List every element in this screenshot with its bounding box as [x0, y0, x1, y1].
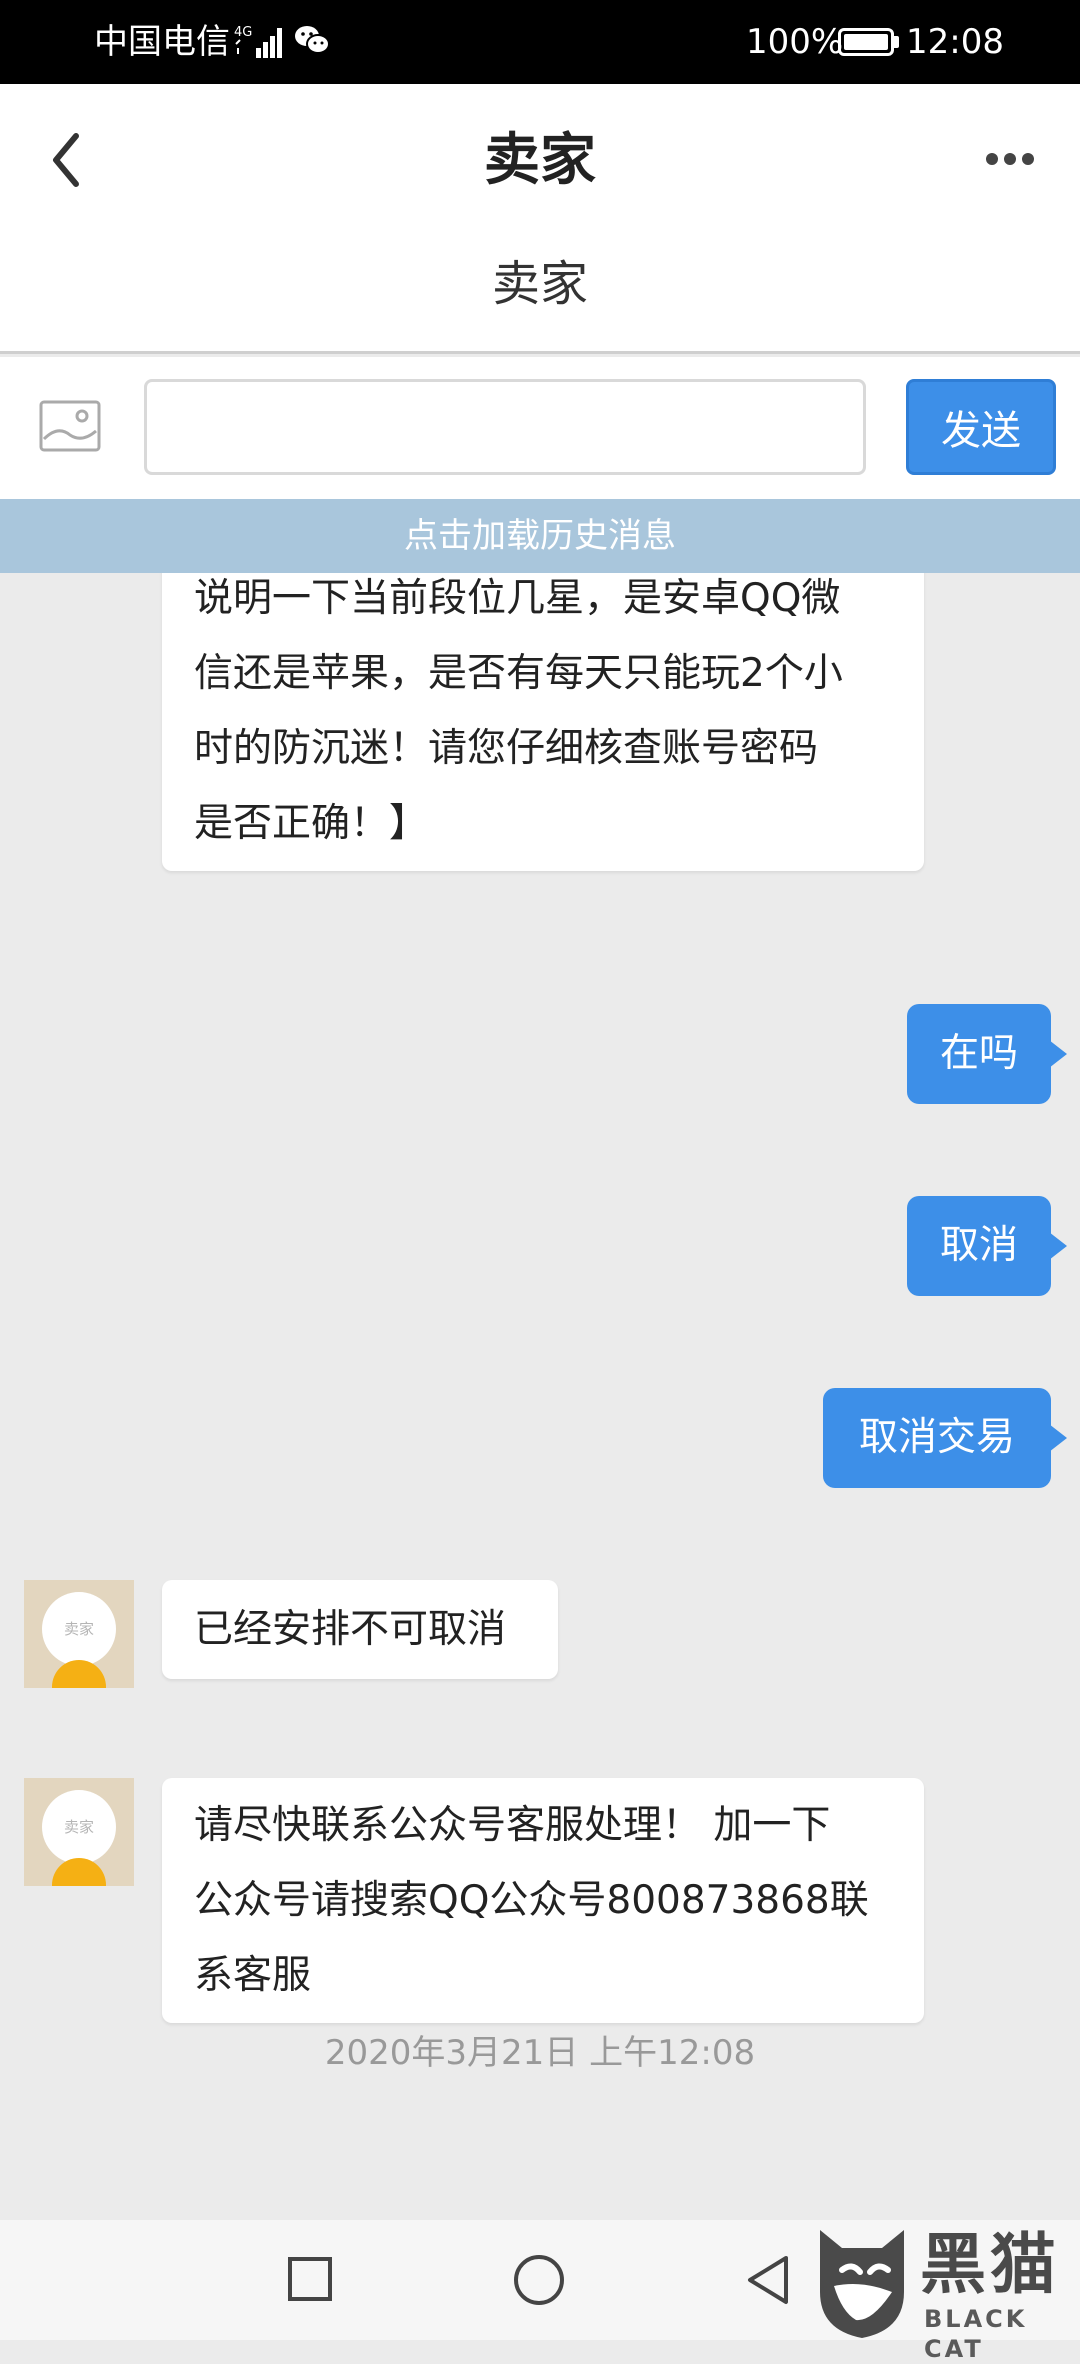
watermark-en: BLACK CAT [924, 2305, 1028, 2363]
avatar-label: 卖家 [42, 1790, 116, 1864]
carrier-name: 中国电信 [94, 22, 230, 62]
message-bubble-sent: 在吗 [907, 1004, 1067, 1104]
message-line: 请尽快联系公众号客服处理！ 加一下 [194, 1803, 831, 1848]
avatar[interactable]: 卖家 [24, 1580, 134, 1688]
load-history-button[interactable]: 点击加载历史消息 [0, 499, 1080, 573]
avatar[interactable]: 卖家 [24, 1778, 134, 1886]
chat-area[interactable]: 说明一下当前段位几星，是安卓QQ微 信还是苹果，是否有每天只能玩2个小 时的防沉… [0, 573, 1080, 2220]
battery-icon [838, 28, 894, 56]
signal-icon: 4G [234, 24, 290, 64]
message-line: 是否正确！】 [194, 801, 429, 846]
message-line: 时的防沉迷！请您仔细核查账号密码 [194, 726, 819, 771]
chat-partner-name: 卖家 [491, 256, 588, 312]
status-bar: 中国电信 4G 100% 12:08 [0, 0, 1080, 84]
message-bubble: 已经安排不可取消 [162, 1580, 558, 1679]
message-text: 已经安排不可取消 [194, 1607, 507, 1652]
message-line: 说明一下当前段位几星，是安卓QQ微 [194, 576, 841, 621]
message-input[interactable] [144, 379, 866, 475]
black-cat-watermark: 黑猫 BLACK CAT [808, 2220, 1080, 2363]
clock: 12:08 [906, 22, 1004, 62]
nav-home-icon[interactable] [514, 2255, 564, 2305]
image-icon [39, 400, 101, 452]
message-timestamp: 2020年3月21日 上午12:08 [324, 2033, 756, 2073]
black-cat-logo-icon [820, 2230, 904, 2338]
message-line: 系客服 [194, 1953, 312, 1998]
image-button[interactable] [38, 399, 102, 453]
avatar-label: 卖家 [42, 1592, 116, 1666]
send-button[interactable]: 发送 [906, 379, 1056, 475]
battery-percent: 100% [746, 22, 844, 62]
message-line: 公众号请搜索QQ公众号800873868联 [194, 1878, 869, 1923]
nav-back-icon[interactable] [744, 2252, 792, 2308]
watermark-cn: 黑猫 [920, 2226, 1060, 2303]
wechat-icon [294, 24, 330, 60]
message-bubble: 请尽快联系公众号客服处理！ 加一下 公众号请搜索QQ公众号800873868联 … [162, 1778, 924, 2023]
page-title: 卖家 [484, 128, 596, 193]
nav-recent-icon[interactable] [288, 2257, 332, 2301]
network-type: 4G [234, 25, 252, 40]
composer: 发送 [0, 357, 1080, 499]
message-bubble: 说明一下当前段位几星，是安卓QQ微 信还是苹果，是否有每天只能玩2个小 时的防沉… [162, 573, 924, 871]
message-bubble-sent: 取消 [907, 1196, 1067, 1296]
more-button[interactable] [970, 134, 1050, 184]
message-bubble-sent: 取消交易 [823, 1388, 1067, 1488]
more-icon [986, 153, 1034, 165]
app-header: 卖家 卖家 [0, 84, 1080, 354]
message-line: 信还是苹果，是否有每天只能玩2个小 [194, 651, 843, 696]
